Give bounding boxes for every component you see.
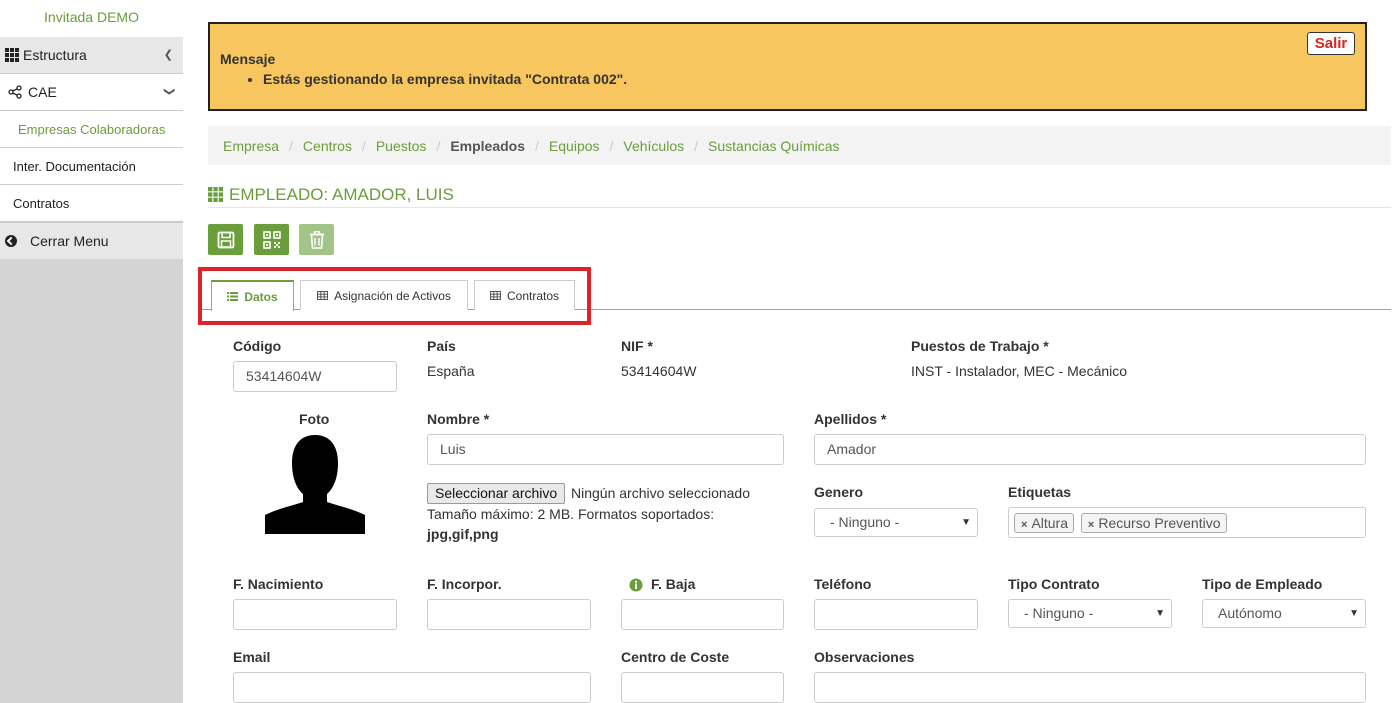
sidebar-subitem-documentacion[interactable]: Inter. Documentación: [0, 148, 183, 185]
tag-label: Altura: [1031, 515, 1069, 531]
observaciones-input[interactable]: [814, 672, 1366, 703]
sidebar-item-cae[interactable]: CAE ❮: [0, 74, 183, 111]
breadcrumb-sustancias[interactable]: Sustancias Químicas: [708, 138, 840, 154]
share-icon: [8, 85, 22, 99]
tag-label: Recurso Preventivo: [1098, 515, 1221, 531]
f-baja-label: F. Baja: [651, 576, 696, 592]
trash-icon: [309, 230, 324, 249]
message-title: Mensaje: [220, 51, 276, 67]
email-label: Email: [233, 649, 271, 665]
sidebar-subitem-contratos[interactable]: Contratos: [0, 185, 183, 222]
qr-code-icon: [262, 230, 281, 249]
page-title: EMPLEADO: AMADOR, LUIS: [229, 185, 454, 204]
close-menu-button[interactable]: Cerrar Menu: [0, 222, 183, 259]
avatar-silhouette: [265, 435, 365, 534]
close-menu-label: Cerrar Menu: [30, 233, 109, 249]
sidebar-item-label: CAE: [28, 84, 57, 100]
exit-button[interactable]: Salir: [1307, 32, 1355, 55]
remove-tag-icon[interactable]: ×: [1021, 519, 1027, 531]
nif-label: NIF *: [621, 338, 653, 354]
highlight-box: [198, 267, 591, 325]
page-header: EMPLEADO: AMADOR, LUIS: [208, 185, 1391, 208]
codigo-input[interactable]: 53414604W: [233, 361, 397, 392]
breadcrumb-empleados: Empleados: [450, 137, 526, 154]
tag-chip: × Altura: [1014, 513, 1075, 533]
message-list: Estás gestionando la empresa invitada "C…: [263, 71, 627, 87]
pais-label: País: [427, 338, 456, 354]
f-incorpor-input[interactable]: [427, 599, 591, 630]
grid-icon: [5, 48, 19, 62]
breadcrumb-puestos[interactable]: Puestos: [376, 138, 427, 154]
chevron-down-icon: ❮: [162, 86, 175, 97]
apellidos-input[interactable]: Amador: [814, 434, 1366, 465]
file-status: Ningún archivo seleccionado: [571, 485, 750, 501]
delete-button[interactable]: [299, 224, 334, 255]
file-hint: Tamaño máximo: 2 MB. Formatos soportados…: [427, 506, 715, 522]
tipo-contrato-select[interactable]: - Ninguno - ▼: [1008, 599, 1172, 628]
nombre-label: Nombre *: [427, 411, 490, 427]
etiquetas-label: Etiquetas: [1008, 484, 1072, 500]
f-nacimiento-label: F. Nacimiento: [233, 576, 324, 592]
breadcrumb-vehiculos[interactable]: Vehículos: [623, 138, 684, 154]
sidebar: Invitada DEMO Estructura ❮ CAE ❮ Empresa…: [0, 0, 183, 703]
info-icon[interactable]: [629, 578, 643, 592]
save-icon: [217, 231, 234, 248]
dropdown-arrow-icon: ▼: [1155, 608, 1165, 619]
puestos-label: Puestos de Trabajo *: [911, 338, 1049, 354]
nif-value: 53414604W: [621, 363, 697, 379]
qr-code-button[interactable]: [254, 224, 289, 255]
breadcrumb-equipos[interactable]: Equipos: [549, 138, 600, 154]
save-button[interactable]: [208, 224, 243, 255]
dropdown-arrow-icon: ▼: [961, 517, 971, 528]
message-box: Mensaje Estás gestionando la empresa inv…: [208, 22, 1367, 111]
remove-tag-icon[interactable]: ×: [1088, 519, 1094, 531]
tag-chip: × Recurso Preventivo: [1080, 513, 1227, 533]
chevron-left-icon: ❮: [163, 49, 173, 61]
sidebar-item-label: Estructura: [23, 47, 87, 63]
puestos-value: INST - Instalador, MEC - Mecánico: [911, 363, 1128, 379]
message-text: Estás gestionando la empresa invitada "C…: [263, 71, 627, 87]
genero-value: - Ninguno -: [830, 514, 900, 530]
f-baja-input[interactable]: [621, 599, 784, 630]
file-formats: jpg,gif,png: [427, 526, 499, 542]
f-nacimiento-input[interactable]: [233, 599, 397, 630]
email-input[interactable]: [233, 672, 591, 703]
etiquetas-field[interactable]: × Altura × Recurso Preventivo: [1008, 507, 1366, 538]
sidebar-subitem-empresas[interactable]: Empresas Colaboradoras: [0, 111, 183, 148]
centro-coste-label: Centro de Coste: [621, 649, 730, 665]
tipo-empleado-select[interactable]: Autónomo ▼: [1202, 599, 1366, 628]
user-name[interactable]: Invitada DEMO: [0, 0, 183, 37]
centro-coste-input[interactable]: [621, 672, 784, 703]
foto-label: Foto: [299, 411, 330, 427]
codigo-label: Código: [233, 338, 282, 354]
sidebar-item-estructura[interactable]: Estructura ❮: [0, 37, 183, 74]
file-select-button[interactable]: Seleccionar archivo: [427, 483, 566, 504]
breadcrumb-empresa[interactable]: Empresa: [223, 138, 279, 154]
telefono-label: Teléfono: [814, 576, 872, 592]
f-incorpor-label: F. Incorpor.: [427, 576, 502, 592]
observaciones-label: Observaciones: [814, 649, 915, 665]
tipo-empleado-value: Autónomo: [1218, 605, 1282, 621]
telefono-input[interactable]: [814, 599, 978, 630]
tipo-empleado-label: Tipo de Empleado: [1202, 576, 1323, 592]
nombre-input[interactable]: Luis: [427, 434, 784, 465]
apellidos-label: Apellidos *: [814, 411, 887, 427]
breadcrumb-centros[interactable]: Centros: [303, 138, 352, 154]
pais-value: España: [427, 363, 475, 379]
breadcrumb: Empresa / Centros / Puestos / Empleados / Eq…: [208, 126, 1391, 165]
genero-label: Genero: [814, 484, 864, 500]
tipo-contrato-label: Tipo Contrato: [1008, 576, 1100, 592]
tipo-contrato-value: - Ninguno -: [1024, 605, 1094, 621]
back-circle-icon: [5, 235, 17, 247]
grid-icon: [208, 187, 223, 202]
dropdown-arrow-icon: ▼: [1349, 608, 1359, 619]
genero-select[interactable]: - Ninguno - ▼: [814, 508, 978, 537]
